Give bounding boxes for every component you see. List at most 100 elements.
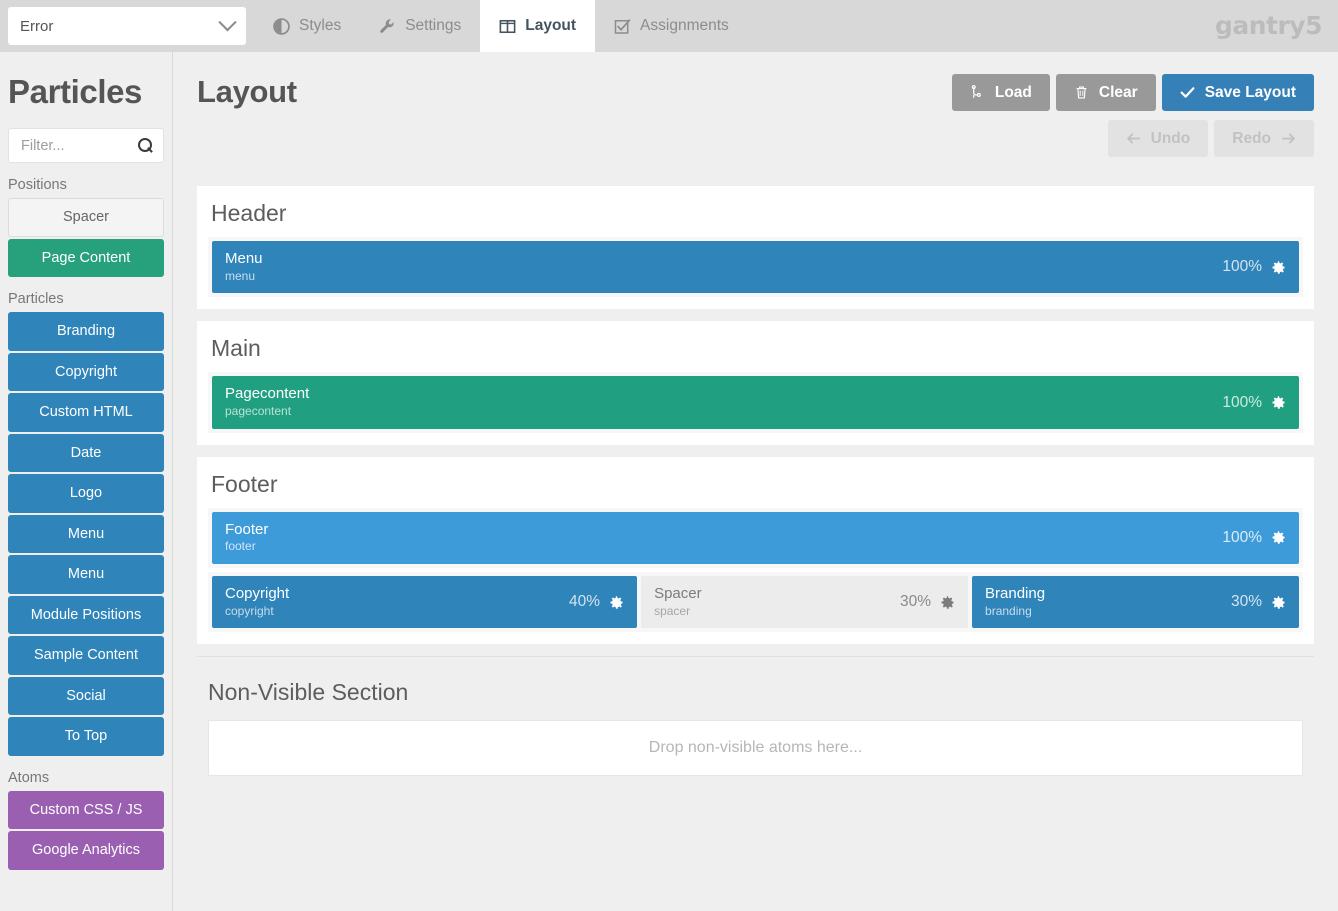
- block-copyright-subtitle: copyright: [225, 604, 559, 620]
- block-pagecontent[interactable]: Pagecontent pagecontent 100%: [212, 376, 1299, 428]
- non-visible-placeholder: Drop non-visible atoms here...: [649, 739, 862, 757]
- gear-icon[interactable]: [1271, 595, 1286, 610]
- sidebar-item-menu-1[interactable]: Menu: [8, 515, 164, 554]
- tab-assignments-label: Assignments: [640, 17, 729, 35]
- filter-input[interactable]: [19, 137, 138, 155]
- gear-icon[interactable]: [609, 595, 624, 610]
- outline-select[interactable]: Error: [8, 7, 246, 45]
- redo-button-label: Redo: [1232, 130, 1271, 148]
- sidebar-title: Particles: [8, 74, 164, 110]
- block-copyright-size: 40%: [569, 593, 600, 611]
- sidebar-item-logo[interactable]: Logo: [8, 474, 164, 513]
- layout-sections: Header Menu menu 100%: [197, 186, 1314, 776]
- load-button-label: Load: [995, 84, 1032, 102]
- section-header-title: Header: [208, 196, 1303, 237]
- sidebar-group-atoms: Atoms Custom CSS / JS Google Analytics: [8, 770, 164, 870]
- block-footer-size: 100%: [1222, 529, 1262, 547]
- block-spacer-names: Spacer spacer: [654, 585, 890, 619]
- section-main-title: Main: [208, 331, 1303, 372]
- section-footer-row-1: Footer footer 100%: [208, 508, 1303, 568]
- section-footer: Footer Footer footer 100%: [197, 457, 1314, 645]
- tab-settings[interactable]: Settings: [360, 0, 480, 52]
- nav-tabs: Styles Settings Layout: [254, 0, 1338, 52]
- branch-icon: [970, 85, 985, 100]
- chevron-down-icon: [218, 13, 236, 31]
- section-footer-row-2: Copyright copyright 40% Spacer: [208, 572, 1303, 632]
- tab-styles[interactable]: Styles: [254, 0, 360, 52]
- app-body: Particles Positions Spacer Page Content …: [0, 52, 1338, 911]
- sidebar-item-module-positions[interactable]: Module Positions: [8, 596, 164, 635]
- non-visible-dropzone[interactable]: Drop non-visible atoms here...: [208, 720, 1303, 776]
- block-pagecontent-subtitle: pagecontent: [225, 404, 1212, 420]
- save-layout-button[interactable]: Save Layout: [1162, 74, 1314, 111]
- block-spacer-title: Spacer: [654, 585, 890, 604]
- check-icon: [1180, 85, 1195, 100]
- tab-styles-label: Styles: [299, 17, 341, 35]
- clear-button[interactable]: Clear: [1056, 74, 1156, 111]
- outline-select-value: Error: [20, 19, 221, 34]
- block-branding-title: Branding: [985, 585, 1221, 604]
- block-menu-subtitle: menu: [225, 269, 1212, 285]
- search-icon[interactable]: [138, 138, 153, 153]
- gantry5-logo: gantry5: [1215, 11, 1322, 40]
- sidebar-item-branding[interactable]: Branding: [8, 312, 164, 351]
- gear-icon[interactable]: [1271, 530, 1286, 545]
- block-menu-title: Menu: [225, 250, 1212, 269]
- group-label-atoms: Atoms: [8, 770, 164, 786]
- block-pagecontent-names: Pagecontent pagecontent: [225, 385, 1212, 419]
- sidebar-item-google-analytics[interactable]: Google Analytics: [8, 831, 164, 870]
- page-title: Layout: [197, 74, 952, 110]
- sidebar-item-sample-content[interactable]: Sample Content: [8, 636, 164, 675]
- tab-layout[interactable]: Layout: [480, 0, 595, 52]
- block-copyright[interactable]: Copyright copyright 40%: [212, 576, 637, 628]
- sidebar-item-social[interactable]: Social: [8, 677, 164, 716]
- gear-icon[interactable]: [1271, 260, 1286, 275]
- gear-icon[interactable]: [940, 595, 955, 610]
- save-layout-button-label: Save Layout: [1205, 84, 1296, 102]
- top-bar: Error Styles Settings: [0, 0, 1338, 52]
- sidebar-item-to-top[interactable]: To Top: [8, 717, 164, 756]
- block-branding-meta: 30%: [1221, 593, 1286, 611]
- section-non-visible-title: Non-Visible Section: [197, 675, 1314, 720]
- block-footer-meta: 100%: [1212, 529, 1286, 547]
- history-buttons: Undo Redo: [952, 120, 1314, 157]
- checkbox-checked-icon: [614, 18, 631, 35]
- sidebar-group-positions: Positions Spacer Page Content: [8, 177, 164, 277]
- load-button[interactable]: Load: [952, 74, 1050, 111]
- block-menu-meta: 100%: [1212, 258, 1286, 276]
- block-branding-size: 30%: [1231, 593, 1262, 611]
- redo-button[interactable]: Redo: [1214, 120, 1314, 157]
- block-branding-subtitle: branding: [985, 604, 1221, 620]
- block-footer-subtitle: footer: [225, 539, 1212, 555]
- tab-settings-label: Settings: [405, 17, 461, 35]
- sidebar-item-page-content[interactable]: Page Content: [8, 239, 164, 278]
- tab-assignments[interactable]: Assignments: [595, 0, 748, 52]
- undo-button[interactable]: Undo: [1108, 120, 1209, 157]
- particle-filter[interactable]: [8, 128, 164, 163]
- block-footer-names: Footer footer: [225, 521, 1212, 555]
- sidebar-item-custom-html[interactable]: Custom HTML: [8, 393, 164, 432]
- tab-layout-label: Layout: [525, 17, 576, 35]
- block-spacer[interactable]: Spacer spacer 30%: [641, 576, 968, 628]
- block-spacer-size: 30%: [900, 593, 931, 611]
- sidebar-item-copyright[interactable]: Copyright: [8, 353, 164, 392]
- block-menu[interactable]: Menu menu 100%: [212, 241, 1299, 293]
- sidebar-item-custom-css-js[interactable]: Custom CSS / JS: [8, 791, 164, 830]
- block-pagecontent-title: Pagecontent: [225, 385, 1212, 404]
- section-header-row-1: Menu menu 100%: [208, 237, 1303, 297]
- section-non-visible: Non-Visible Section Drop non-visible ato…: [197, 656, 1314, 776]
- block-copyright-meta: 40%: [559, 593, 624, 611]
- sidebar-item-date[interactable]: Date: [8, 434, 164, 473]
- undo-button-label: Undo: [1151, 130, 1191, 148]
- sidebar-group-particles: Particles Branding Copyright Custom HTML…: [8, 291, 164, 756]
- columns-icon: [499, 18, 516, 35]
- arrow-right-icon: [1281, 131, 1296, 146]
- block-branding[interactable]: Branding branding 30%: [972, 576, 1299, 628]
- sidebar-item-menu-2[interactable]: Menu: [8, 555, 164, 594]
- block-footer[interactable]: Footer footer 100%: [212, 512, 1299, 564]
- sidebar-item-spacer[interactable]: Spacer: [8, 198, 164, 237]
- section-main-row-1: Pagecontent pagecontent 100%: [208, 372, 1303, 432]
- contrast-icon: [273, 18, 290, 35]
- gear-icon[interactable]: [1271, 395, 1286, 410]
- block-footer-title: Footer: [225, 521, 1212, 540]
